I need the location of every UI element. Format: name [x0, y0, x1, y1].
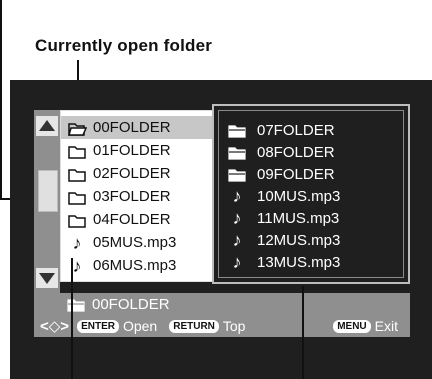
- navigation-arrows-icon: <◇>: [40, 318, 70, 335]
- current-path-bar: 00FOLDER: [34, 293, 410, 315]
- folder-icon: [228, 169, 246, 182]
- item-label: 11MUS.mp3: [257, 209, 340, 227]
- scrollbar-thumb[interactable]: [38, 170, 58, 212]
- folder-icon: [68, 214, 86, 228]
- item-label: 13MUS.mp3: [257, 253, 341, 271]
- menu-exit-hint: MENU Exit: [333, 318, 398, 334]
- item-label: 00FOLDER: [93, 119, 171, 136]
- enter-label: Open: [122, 318, 158, 334]
- list-item[interactable]: ♪ 05MUS.mp3: [61, 231, 214, 254]
- music-note-icon: ♪: [232, 230, 242, 250]
- scroll-up-icon[interactable]: [36, 116, 58, 136]
- item-label: 09FOLDER: [257, 165, 335, 183]
- music-note-icon: ♪: [72, 255, 82, 276]
- current-path-label: 00FOLDER: [92, 295, 170, 313]
- annotation-line-bottom-right: [302, 286, 304, 379]
- list-item[interactable]: 00FOLDER: [61, 116, 214, 139]
- list-item[interactable]: ♪ 10MUS.mp3: [219, 185, 341, 207]
- list-item[interactable]: ♪ 12MUS.mp3: [219, 229, 341, 251]
- folder-icon: [68, 168, 86, 182]
- music-note-icon: ♪: [72, 232, 82, 253]
- folder-icon: [67, 299, 85, 312]
- folder-list-panel: 00FOLDER 01FOLDER 02FOLDER 03FOLDER 04FO…: [60, 110, 214, 282]
- annotation-title: Currently open folder: [35, 36, 213, 55]
- open-folder-icon: [68, 122, 87, 136]
- return-top-hint: RETURN Top: [169, 318, 245, 334]
- item-label: 01FOLDER: [93, 142, 171, 159]
- menu-label: Exit: [374, 318, 398, 334]
- music-note-icon: ♪: [232, 208, 242, 228]
- list-item[interactable]: 01FOLDER: [61, 139, 214, 162]
- item-label: 07FOLDER: [257, 121, 335, 139]
- music-note-icon: ♪: [232, 186, 242, 206]
- item-label: 06MUS.mp3: [93, 257, 177, 274]
- folder-icon: [228, 147, 246, 160]
- folder-icon: [68, 191, 86, 205]
- scroll-column: [34, 110, 60, 293]
- enter-open-hint: ENTER Open: [77, 318, 157, 334]
- annotation-line-left-v: [0, 0, 2, 200]
- list-item[interactable]: ♪ 06MUS.mp3: [61, 254, 214, 277]
- enter-badge: ENTER: [77, 319, 119, 333]
- return-badge: RETURN: [169, 319, 219, 333]
- item-label: 05MUS.mp3: [93, 234, 177, 251]
- folder-contents-inner: 07FOLDER 08FOLDER 09FOLDER ♪ 10MUS.mp3 ♪…: [218, 110, 404, 278]
- scroll-down-icon[interactable]: [36, 268, 58, 288]
- menu-badge: MENU: [333, 319, 371, 333]
- item-label: 12MUS.mp3: [257, 231, 341, 249]
- list-item[interactable]: ♪ 11MUS.mp3: [219, 207, 340, 229]
- list-item[interactable]: 04FOLDER: [61, 208, 214, 231]
- list-item[interactable]: 07FOLDER: [219, 119, 335, 141]
- item-label: 03FOLDER: [93, 188, 171, 205]
- list-item[interactable]: 08FOLDER: [219, 141, 335, 163]
- list-item[interactable]: 02FOLDER: [61, 162, 214, 185]
- list-item[interactable]: 03FOLDER: [61, 185, 214, 208]
- folder-icon: [68, 145, 86, 159]
- music-note-icon: ♪: [232, 252, 242, 272]
- return-label: Top: [222, 318, 246, 334]
- key-guide-bar: <◇> ENTER Open RETURN Top MENU Exit: [34, 315, 410, 337]
- folder-icon: [228, 125, 246, 138]
- item-label: 08FOLDER: [257, 143, 335, 161]
- folder-contents-panel: 07FOLDER 08FOLDER 09FOLDER ♪ 10MUS.mp3 ♪…: [212, 104, 410, 284]
- list-item[interactable]: 09FOLDER: [219, 163, 335, 185]
- list-item[interactable]: ♪ 13MUS.mp3: [219, 251, 341, 273]
- annotation-line-bottom-left: [71, 258, 73, 379]
- item-label: 02FOLDER: [93, 165, 171, 182]
- item-label: 10MUS.mp3: [257, 187, 341, 205]
- item-label: 04FOLDER: [93, 211, 171, 228]
